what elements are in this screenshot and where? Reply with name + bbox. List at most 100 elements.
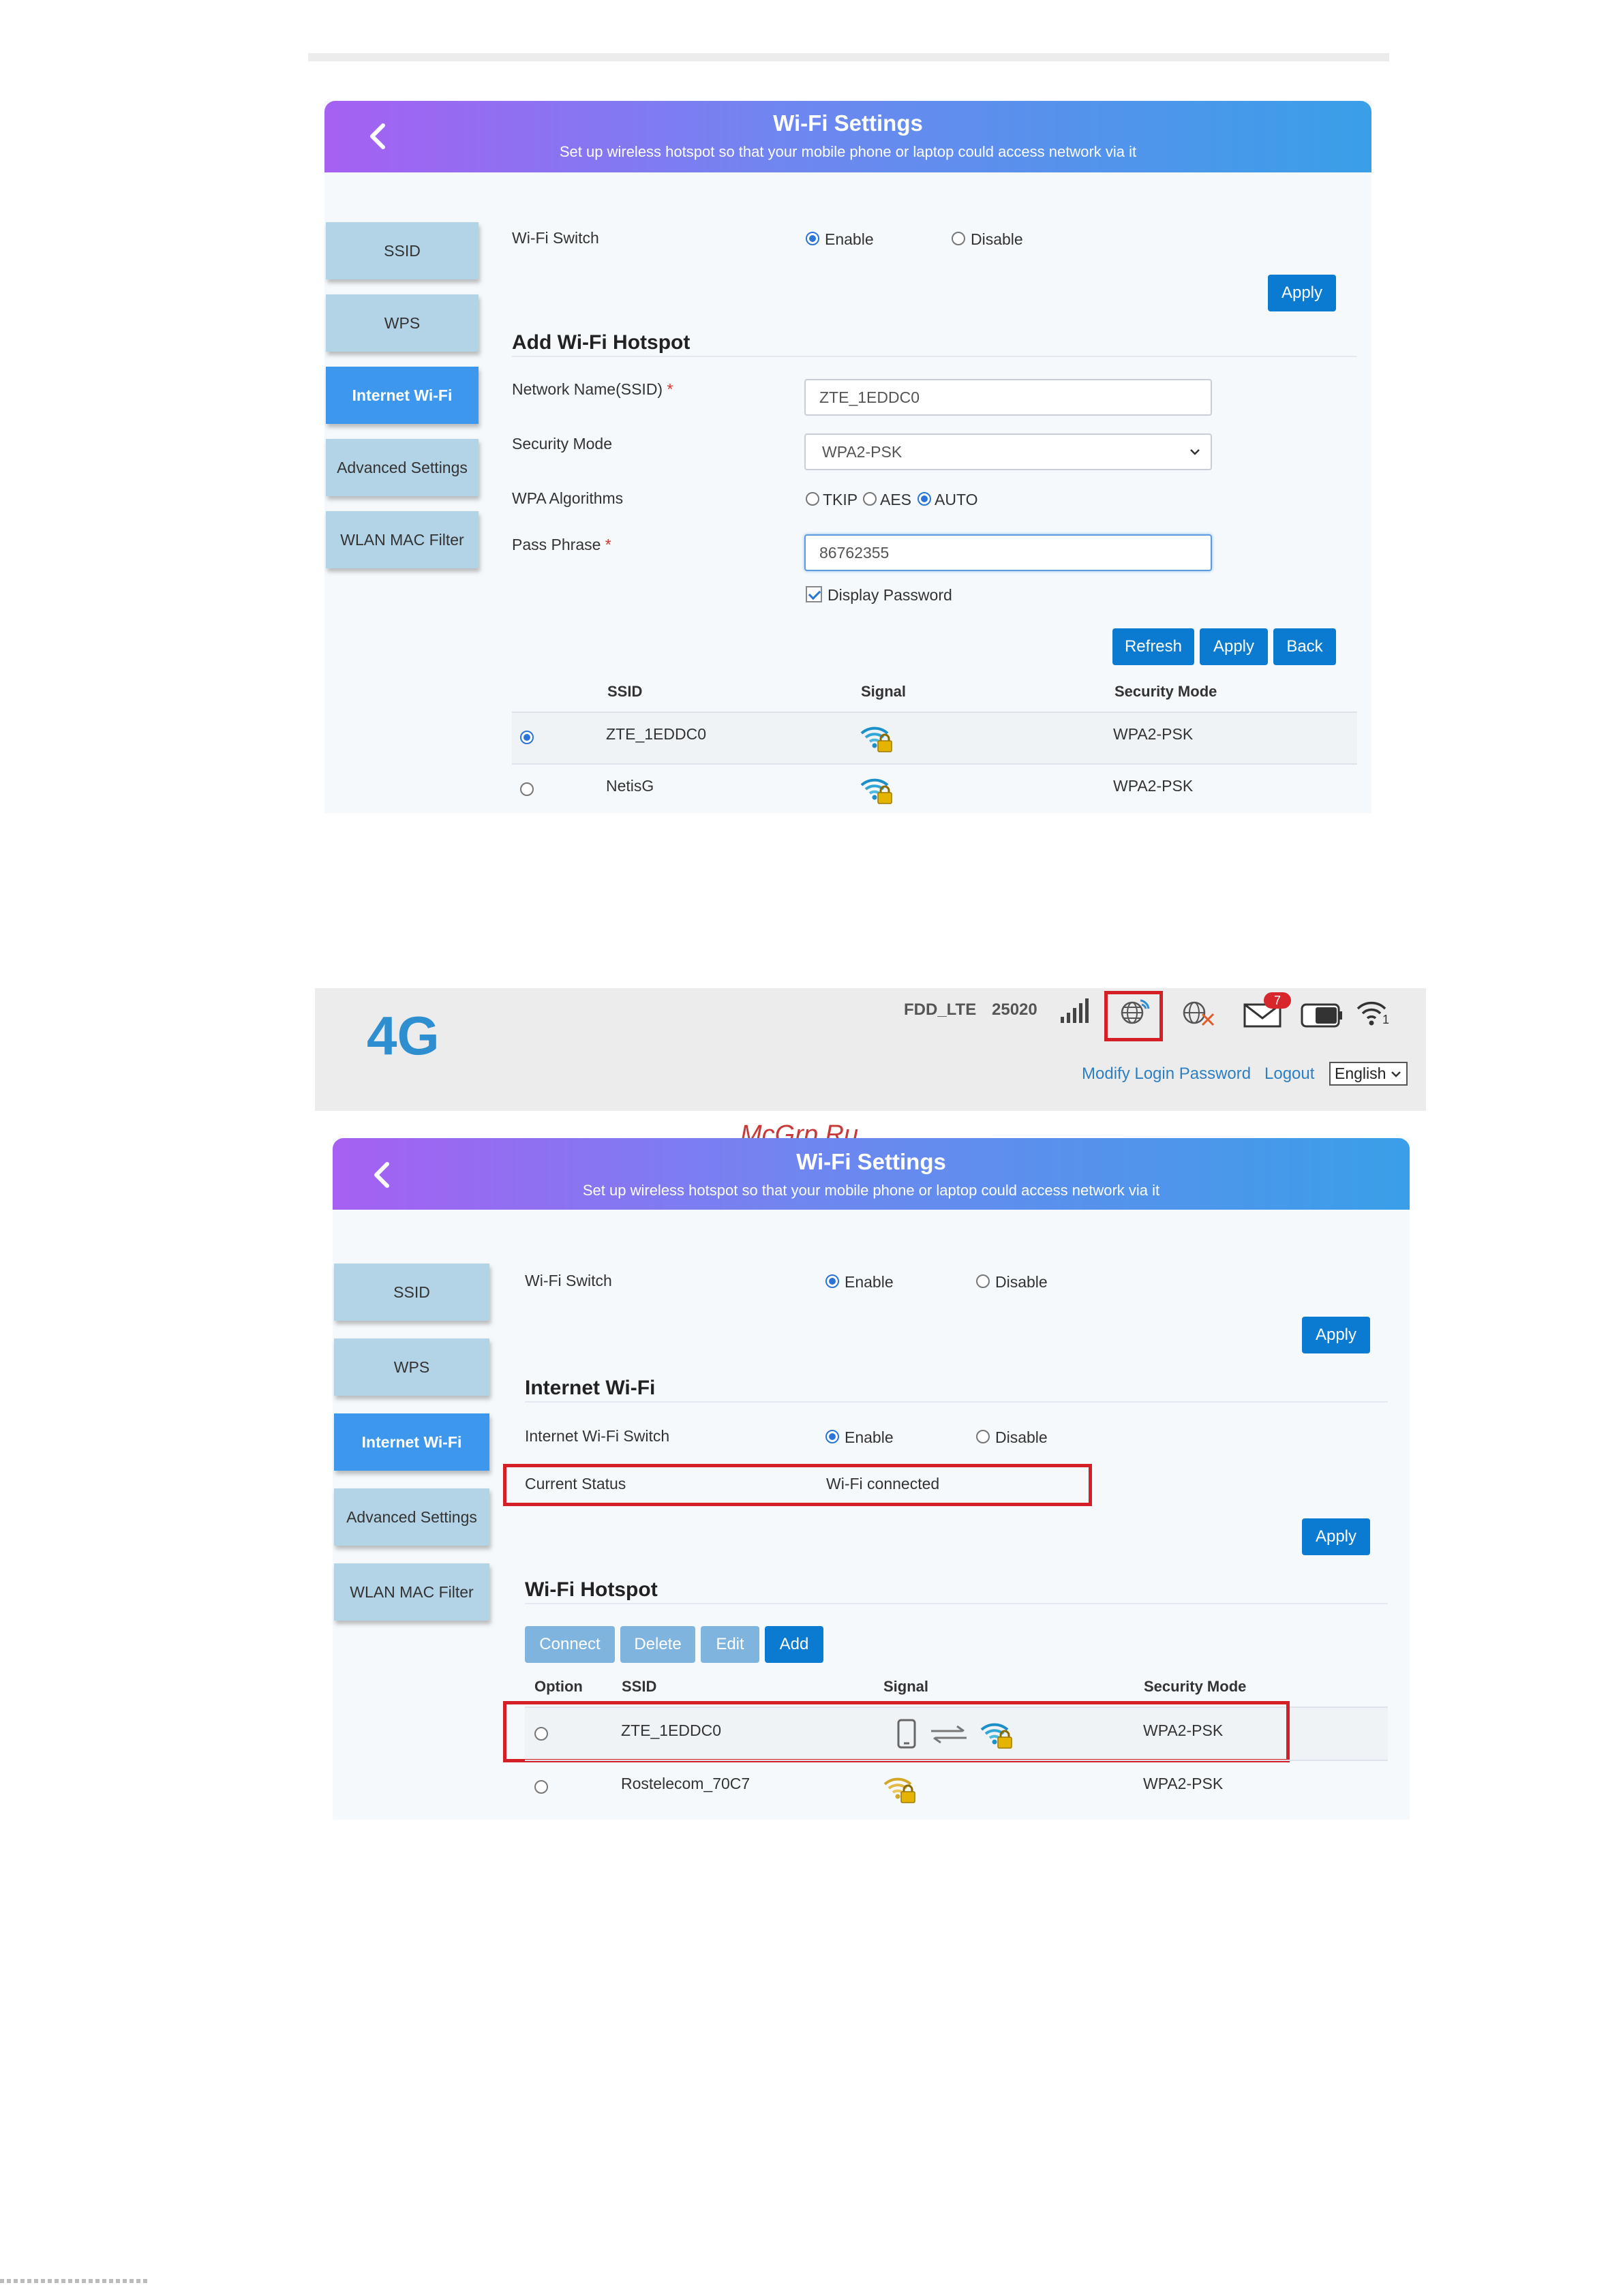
settings-banner: Wi-Fi Settings Set up wireless hotspot s…	[333, 1138, 1410, 1210]
security-mode-label: Security Mode	[512, 435, 613, 453]
battery-icon	[1301, 1003, 1342, 1028]
apply-internet-wifi-button[interactable]: Apply	[1302, 1518, 1370, 1555]
page-title: Wi-Fi Settings	[773, 110, 923, 136]
settings-banner: Wi-Fi Settings Set up wireless hotspot s…	[324, 101, 1371, 172]
top-divider	[308, 53, 1389, 61]
wifi-switch-label: Wi-Fi Switch	[525, 1272, 612, 1289]
row-select-radio[interactable]	[520, 782, 534, 796]
wifi-hotspot-heading: Wi-Fi Hotspot	[525, 1578, 658, 1601]
internet-switch-enable-label: Enable	[845, 1428, 894, 1446]
internet-switch-disable-radio[interactable]	[976, 1430, 990, 1443]
tab-internet-wifi[interactable]: Internet Wi-Fi	[334, 1413, 489, 1471]
wpa-auto-radio[interactable]	[917, 492, 931, 506]
apply-hotspot-button[interactable]: Apply	[1200, 628, 1268, 665]
internet-switch-disable-label: Disable	[995, 1428, 1048, 1446]
tab-wlan-mac-filter[interactable]: WLAN MAC Filter	[326, 511, 479, 568]
row-security: WPA2-PSK	[1143, 1775, 1224, 1792]
wpa-tkip-radio[interactable]	[806, 492, 819, 506]
wifi-switch-enable-radio[interactable]	[825, 1274, 839, 1288]
tab-ssid[interactable]: SSID	[334, 1264, 489, 1321]
row-select-radio[interactable]	[520, 731, 534, 744]
security-mode-value: WPA2-PSK	[822, 442, 902, 461]
wifi-lock-icon	[882, 1773, 916, 1803]
logout-link[interactable]: Logout	[1264, 1065, 1314, 1084]
wifi-switch-enable-label: Enable	[825, 230, 874, 248]
section-divider	[525, 1401, 1388, 1403]
table-header-security: Security Mode	[1144, 1678, 1247, 1695]
table-divider	[525, 1760, 1388, 1761]
table-header-ssid: SSID	[607, 683, 643, 700]
highlight-box-connected-row	[503, 1701, 1290, 1762]
network-type: FDD_LTE	[904, 1000, 977, 1019]
pass-phrase-input[interactable]	[804, 534, 1212, 571]
wifi-settings-panel-add-hotspot: Wi-Fi Settings Set up wireless hotspot s…	[324, 101, 1371, 813]
add-hotspot-heading: Add Wi-Fi Hotspot	[512, 331, 691, 354]
apply-wifi-switch-button[interactable]: Apply	[1268, 275, 1336, 311]
operator-code: 25020	[992, 1000, 1037, 1019]
wifi-switch-disable-label: Disable	[971, 230, 1023, 248]
back-button[interactable]: Back	[1273, 628, 1336, 665]
signal-strength-icon	[1061, 998, 1089, 1023]
row-select-radio[interactable]	[534, 1780, 548, 1794]
tab-advanced-settings[interactable]: Advanced Settings	[334, 1488, 489, 1546]
wifi-lock-icon	[859, 774, 893, 804]
pass-phrase-label: Pass Phrase *	[512, 536, 611, 553]
row-ssid: NetisG	[606, 777, 654, 795]
language-value: English	[1335, 1065, 1386, 1082]
wpa-aes-radio[interactable]	[863, 492, 877, 506]
wifi-switch-label: Wi-Fi Switch	[512, 229, 599, 247]
table-header-ssid: SSID	[622, 1678, 657, 1695]
wifi-switch-disable-label: Disable	[995, 1273, 1048, 1291]
modify-login-password-link[interactable]: Modify Login Password	[1082, 1065, 1251, 1084]
page-subtitle: Set up wireless hotspot so that your mob…	[559, 143, 1137, 160]
row-ssid: ZTE_1EDDC0	[606, 725, 706, 743]
apply-wifi-switch-button[interactable]: Apply	[1302, 1317, 1370, 1353]
section-divider	[512, 356, 1357, 357]
wifi-clients-count: 1	[1382, 1013, 1390, 1026]
tab-ssid[interactable]: SSID	[326, 222, 479, 279]
table-header-signal: Signal	[883, 1678, 929, 1695]
wpa-algorithms-label: WPA Algorithms	[512, 489, 624, 507]
internet-switch-enable-radio[interactable]	[825, 1430, 839, 1443]
wpa-aes-label: AES	[880, 491, 912, 508]
tab-wlan-mac-filter[interactable]: WLAN MAC Filter	[334, 1563, 489, 1621]
wifi-switch-enable-label: Enable	[845, 1273, 894, 1291]
globe-disconnected-icon	[1183, 1001, 1215, 1026]
chevron-down-icon	[1390, 1068, 1402, 1080]
connect-button[interactable]: Connect	[525, 1626, 615, 1663]
row-security: WPA2-PSK	[1113, 777, 1194, 795]
row-ssid: Rostelecom_70C7	[621, 1775, 750, 1792]
wifi-switch-disable-radio[interactable]	[952, 232, 965, 245]
wpa-tkip-label: TKIP	[823, 491, 858, 508]
tab-wps[interactable]: WPS	[334, 1338, 489, 1396]
security-mode-select[interactable]: WPA2-PSK	[804, 433, 1212, 470]
table-header-option: Option	[534, 1678, 583, 1695]
delete-button[interactable]: Delete	[620, 1626, 695, 1663]
page-subtitle: Set up wireless hotspot so that your mob…	[582, 1182, 1160, 1199]
page-title: Wi-Fi Settings	[796, 1149, 946, 1174]
internet-wifi-switch-label: Internet Wi-Fi Switch	[525, 1427, 670, 1445]
wifi-switch-disable-radio[interactable]	[976, 1274, 990, 1288]
table-header-signal: Signal	[861, 683, 907, 700]
network-name-input[interactable]	[804, 379, 1212, 416]
refresh-button[interactable]: Refresh	[1112, 628, 1194, 665]
highlight-box-status	[503, 1464, 1092, 1506]
display-password-label: Display Password	[828, 586, 952, 604]
add-button[interactable]: Add	[765, 1626, 823, 1663]
internet-wifi-heading: Internet Wi-Fi	[525, 1377, 656, 1399]
wpa-auto-label: AUTO	[935, 491, 978, 508]
section-divider	[525, 1603, 1388, 1604]
network-name-label: Network Name(SSID) *	[512, 380, 673, 398]
wifi-switch-enable-radio[interactable]	[806, 232, 819, 245]
chevron-down-icon	[1189, 446, 1201, 458]
language-select[interactable]: English	[1329, 1062, 1408, 1086]
edit-button[interactable]: Edit	[701, 1626, 759, 1663]
table-divider	[512, 763, 1357, 765]
tab-wps[interactable]: WPS	[326, 294, 479, 352]
highlight-box-globe	[1104, 991, 1163, 1041]
display-password-checkbox[interactable]	[806, 586, 822, 602]
table-header-security: Security Mode	[1114, 683, 1217, 700]
tab-advanced-settings[interactable]: Advanced Settings	[326, 439, 479, 496]
device-status-bar: 4G FDD_LTE 25020 7 1 Modify Login Passwo…	[315, 988, 1426, 1111]
tab-internet-wifi[interactable]: Internet Wi-Fi	[326, 367, 479, 424]
